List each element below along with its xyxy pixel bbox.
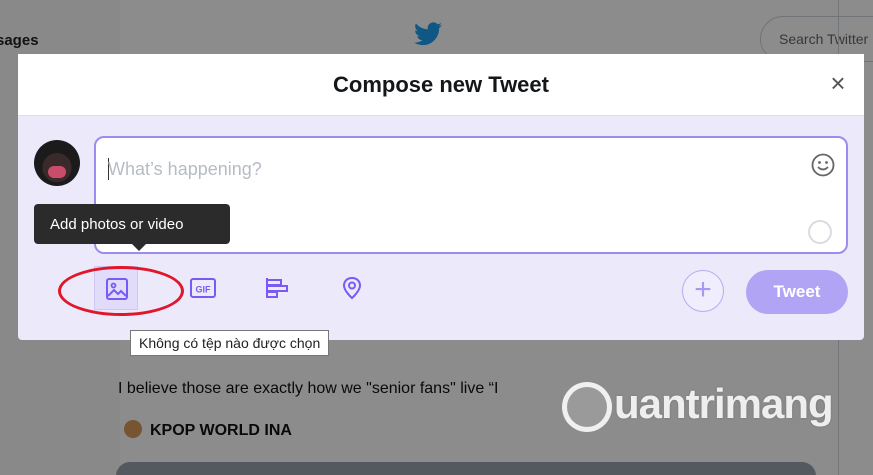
poll-icon (266, 278, 288, 298)
compose-tweet-modal: Compose new Tweet × Add photos or video … (18, 54, 864, 340)
avatar[interactable] (34, 140, 80, 186)
add-media-tooltip-text: Add photos or video (50, 216, 184, 233)
emoji-icon[interactable] (810, 152, 836, 178)
location-icon (342, 276, 362, 300)
character-count-ring (808, 220, 832, 244)
add-location-button[interactable] (330, 266, 374, 310)
tweet-text-input[interactable] (108, 156, 788, 182)
close-button[interactable]: × (824, 70, 852, 98)
lightbulb-icon (562, 382, 612, 432)
modal-title: Compose new Tweet (333, 72, 549, 97)
add-media-tooltip: Add photos or video (34, 204, 230, 251)
tweet-button[interactable]: Tweet (746, 270, 848, 314)
add-poll-button[interactable] (254, 266, 298, 310)
image-icon (106, 278, 128, 300)
add-photo-button[interactable] (94, 266, 138, 310)
add-tweet-button[interactable]: + (682, 270, 724, 312)
gif-label: GIF (196, 285, 212, 295)
file-input-tooltip: Không có tệp nào được chọn (130, 330, 330, 356)
watermark-text: uantrimang (614, 380, 834, 427)
add-gif-button[interactable]: GIF (180, 266, 224, 310)
avatar-detail (48, 166, 66, 178)
modal-header: Compose new Tweet × (18, 54, 864, 116)
tooltip-arrow (132, 244, 146, 251)
watermark: uantrimang (562, 380, 872, 436)
gif-icon: GIF (190, 278, 216, 298)
